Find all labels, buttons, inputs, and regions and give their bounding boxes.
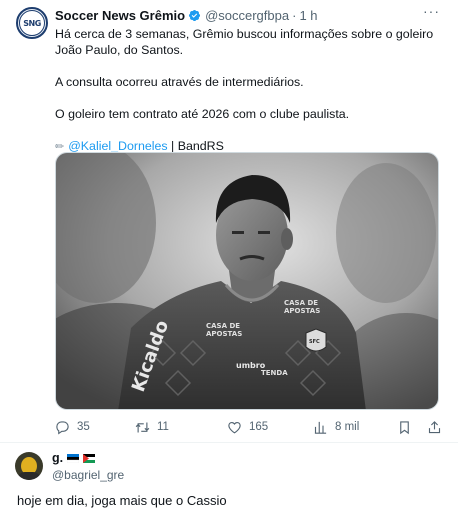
analytics-icon [314, 421, 327, 434]
reply-text: hoje em dia, joga mais que o Cassio [17, 493, 227, 508]
palestine-flag-icon [83, 453, 96, 463]
tweet-header: Soccer News Grêmio @soccergfbpa · 1 h [55, 7, 318, 23]
avatar-logo: SNG [19, 10, 45, 36]
verified-badge-icon[interactable] [188, 9, 201, 22]
retweet-button[interactable]: 11 [135, 418, 169, 436]
tweet[interactable]: SNG Soccer News Grêmio @soccergfbpa · 1 … [0, 0, 458, 442]
reply-count: 35 [77, 421, 90, 433]
reply-author-name-row: g. [52, 451, 96, 465]
like-count: 165 [249, 421, 269, 433]
reply-tweet[interactable]: g. @bagriel_gre hoje em dia, joga mais q… [0, 443, 458, 517]
reply-author-handle[interactable]: @bagriel_gre [52, 468, 124, 482]
share-button[interactable] [427, 418, 442, 436]
svg-text:CASA DE: CASA DE [206, 322, 240, 330]
svg-text:APOSTAS: APOSTAS [206, 330, 242, 338]
heart-icon [228, 421, 241, 433]
svg-text:TENDA: TENDA [261, 369, 288, 377]
bookmark-icon [400, 420, 409, 434]
more-options-icon[interactable]: ··· [423, 3, 440, 19]
separator-dot: · [292, 7, 297, 23]
tweet-text: Há cerca de 3 semanas, Grêmio buscou inf… [55, 26, 445, 155]
credit-source: | BandRS [167, 139, 224, 153]
reply-author-display-name[interactable]: g. [52, 451, 63, 465]
view-count: 8 mil [335, 421, 360, 433]
author-avatar[interactable]: SNG [16, 7, 48, 39]
bookmark-button[interactable] [397, 418, 412, 436]
retweet-count: 11 [157, 421, 169, 433]
share-icon [428, 420, 441, 433]
tweet-media-photo[interactable]: Kicaldo CASA DE APOSTAS CASA DE APOSTAS … [55, 152, 439, 410]
tweet-paragraph: Há cerca de 3 semanas, Grêmio buscou inf… [55, 27, 434, 57]
svg-text:CASA DE: CASA DE [284, 299, 318, 307]
views-button[interactable]: 8 mil [313, 418, 359, 436]
reply-button[interactable]: 35 [55, 418, 90, 436]
credit-mention-link[interactable]: @Kaliel_Dorneles [68, 139, 167, 153]
author-display-name[interactable]: Soccer News Grêmio [55, 8, 185, 23]
svg-text:APOSTAS: APOSTAS [284, 307, 320, 315]
retweet-icon [135, 422, 150, 432]
author-handle[interactable]: @soccergfbpa [205, 8, 289, 23]
svg-text:SFC: SFC [309, 339, 320, 345]
reply-author-avatar[interactable] [15, 452, 43, 480]
tweet-timestamp[interactable]: 1 h [299, 8, 317, 23]
reply-icon [56, 420, 69, 435]
goalkeeper-photo: Kicaldo CASA DE APOSTAS CASA DE APOSTAS … [56, 153, 438, 409]
like-button[interactable]: 165 [227, 418, 268, 436]
estonia-flag-icon [67, 453, 80, 463]
tweet-paragraph: A consulta ocorreu através de intermediá… [55, 75, 304, 89]
tweet-actions: 35 11 165 8 mil [55, 418, 445, 436]
tweet-paragraph: O goleiro tem contrato até 2026 com o cl… [55, 107, 350, 121]
